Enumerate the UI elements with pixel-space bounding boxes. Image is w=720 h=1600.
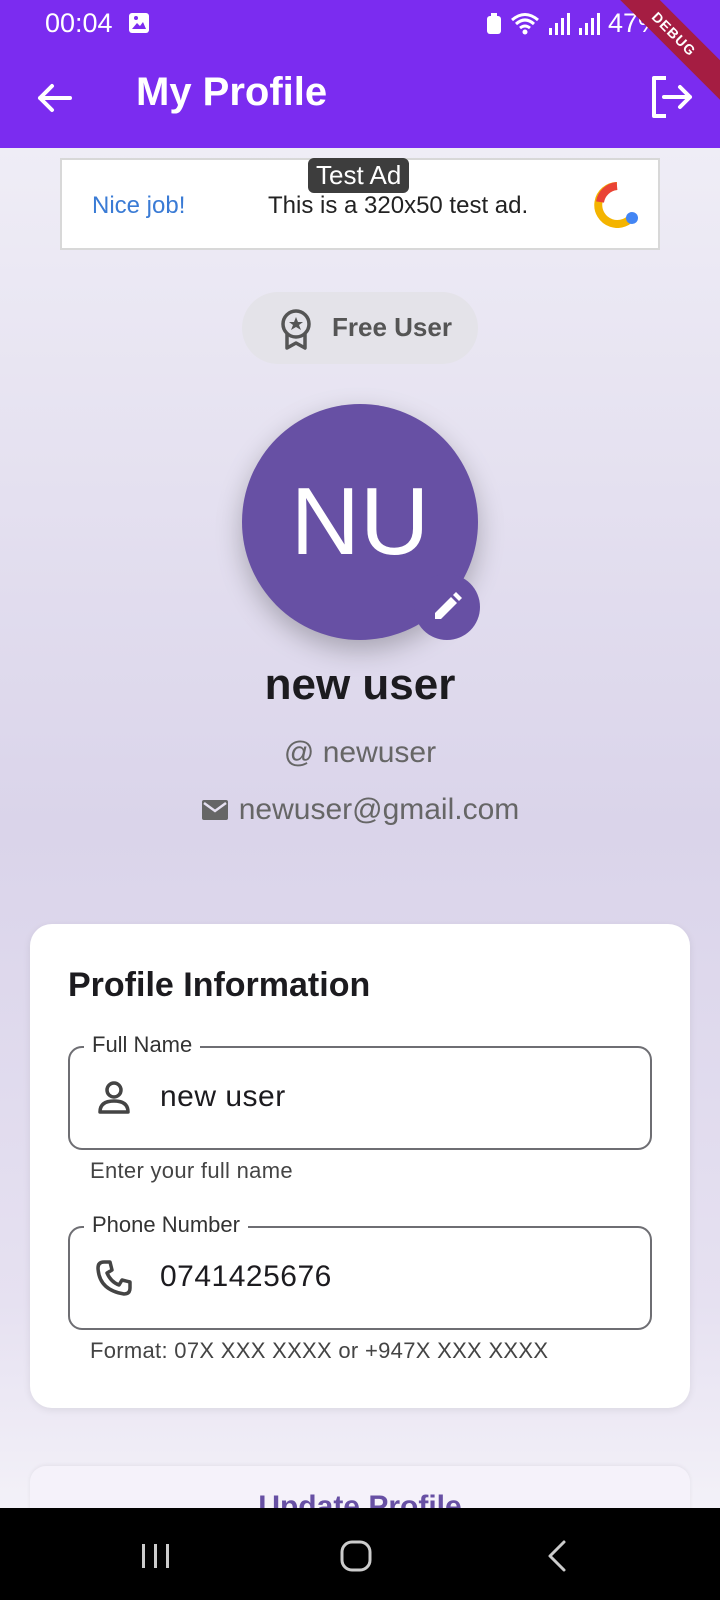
display-name: new user [264,660,456,709]
logout-icon[interactable] [646,72,696,122]
image-notification-icon [129,13,149,33]
phone-number-label: Phone Number [84,1212,248,1238]
free-user-badge: Free User [242,292,478,364]
email-row: newuser@gmail.com [0,793,720,827]
signal-icon-2 [578,12,600,35]
full-name-helper: Enter your full name [90,1158,293,1183]
wifi-icon [510,12,539,34]
update-profile-button[interactable]: Update Profile [30,1466,690,1508]
test-ad-banner[interactable]: Nice job! This is a 320x50 test ad. Test… [60,158,660,250]
award-icon [281,309,311,350]
badge-label: Free User [332,312,452,342]
home-icon[interactable] [336,1536,376,1576]
page-title: My Profile [136,70,328,114]
phone-icon [96,1260,132,1296]
recent-apps-icon[interactable] [136,1536,176,1576]
pencil-icon [435,592,462,619]
back-arrow-icon[interactable] [30,74,78,122]
update-profile-label: Update Profile [258,1490,462,1508]
avatar[interactable]: NU [242,404,480,640]
edit-avatar-button[interactable] [414,574,480,640]
system-back-icon[interactable] [538,1536,578,1576]
system-nav-bar [0,1508,720,1600]
full-name-field[interactable]: Full Name new user [68,1032,652,1150]
phone-number-value[interactable]: 0741425676 [160,1260,332,1294]
person-icon [98,1081,130,1114]
app-bar: My Profile [0,48,720,148]
username: @ newuser [283,736,437,769]
full-name-value[interactable]: new user [160,1080,286,1114]
ad-tag: Test Ad [308,158,410,193]
email-text: newuser@gmail.com [238,793,520,826]
signal-icon [548,12,570,35]
card-heading: Profile Information [68,966,371,1004]
top-bar: 00:04 47% DEBUG My Profile [0,0,720,148]
phone-number-helper: Format: 07X XXX XXXX or +947X XXX XXXX [90,1338,549,1363]
full-name-label: Full Name [84,1032,201,1058]
profile-information-card: Profile Information Full Name new user E… [30,924,690,1408]
mail-icon [201,800,228,820]
profile-content[interactable]: Nice job! This is a 320x50 test ad. Test… [0,148,720,1508]
ad-message: This is a 320x50 test ad. [268,192,529,219]
ad-logo-icon [594,182,638,228]
ad-nice-job: Nice job! [92,192,186,219]
status-bar: 00:04 47% DEBUG [0,0,720,108]
battery-saver-icon [486,12,501,34]
phone-number-field[interactable]: Phone Number 0741425676 [68,1212,652,1330]
status-time: 00:04 [45,8,113,38]
